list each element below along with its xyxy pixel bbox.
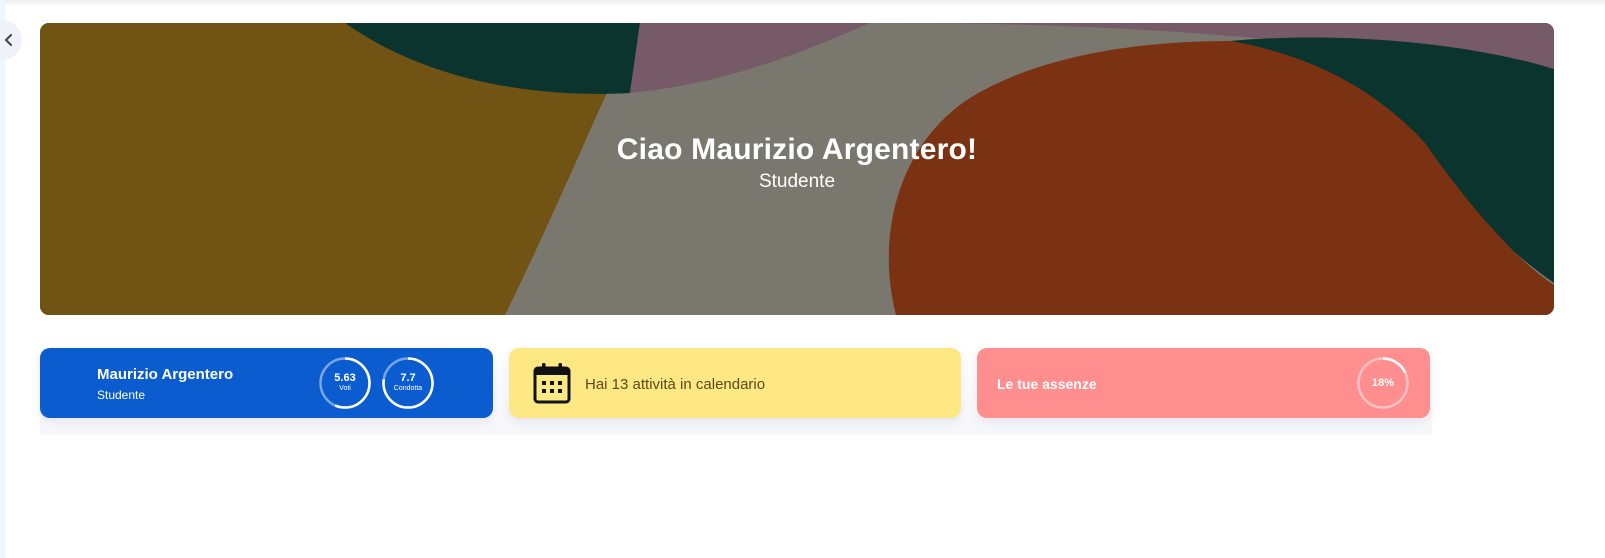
grades-ring[interactable]: 5.63 Voti [319, 357, 371, 409]
chevron-left-icon [5, 34, 12, 46]
profile-name: Maurizio Argentero [97, 366, 234, 383]
calendar-card[interactable]: Hai 13 attività in calendario [509, 348, 961, 418]
user-role: Studente [758, 171, 836, 192]
grades-value: 5.63 [334, 372, 356, 384]
calendar-icon [533, 363, 571, 404]
grades-label: Voti [339, 385, 351, 392]
greeting-title: Ciao Maurizio Argentero! [616, 133, 978, 166]
absences-card[interactable]: Le tue assenze 18% [977, 348, 1430, 418]
welcome-banner: Ciao Maurizio Argentero! Studente [40, 23, 1554, 315]
top-bar-shadow [0, 0, 1605, 6]
sidebar-edge [0, 0, 5, 558]
absences-ring: 18% [1357, 357, 1409, 409]
conduct-ring[interactable]: 7.7 Condotta [382, 357, 434, 409]
profile-role: Studente [97, 388, 146, 402]
calendar-activities-text: Hai 13 attività in calendario [585, 376, 766, 393]
profile-card[interactable]: Maurizio Argentero Studente 5.63 Voti 7.… [40, 348, 493, 418]
conduct-value: 7.7 [400, 372, 416, 384]
conduct-label: Condotta [393, 385, 423, 392]
absences-percent: 18% [1371, 377, 1395, 389]
absences-title: Le tue assenze [997, 376, 1097, 392]
sidebar-collapse-button[interactable] [0, 20, 22, 60]
